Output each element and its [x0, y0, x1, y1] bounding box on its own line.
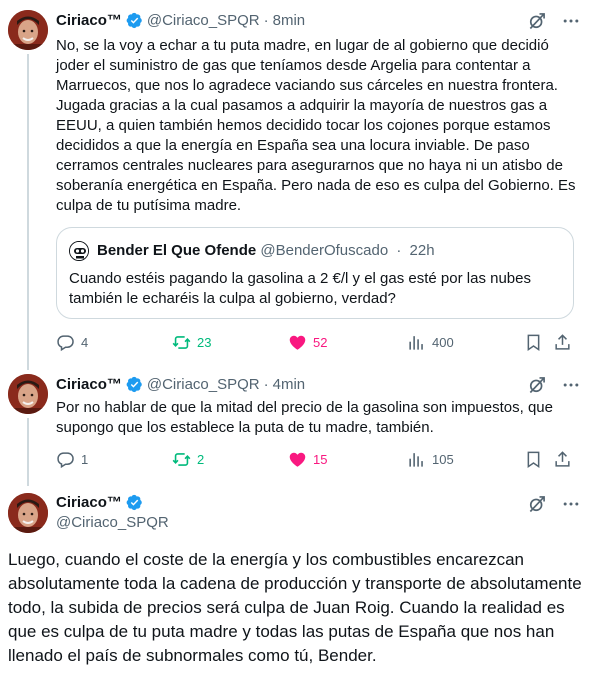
like-count: 52: [313, 335, 328, 350]
avatar-image: [8, 10, 48, 50]
tweet-top-actions: [527, 494, 581, 514]
tweet-text: Luego, cuando el coste de la energía y l…: [8, 550, 582, 665]
bender-avatar-icon: [70, 242, 89, 261]
separator-dot: ·: [263, 12, 269, 29]
avatar-image: [8, 493, 48, 533]
author-name-row: Ciriaco™: [56, 494, 147, 511]
quoted-text: Cuando estéis pagando la gasolina a 2 €/…: [69, 270, 531, 307]
share-button[interactable]: [553, 333, 572, 352]
reply-button[interactable]: 1: [56, 450, 88, 469]
like-count: 15: [313, 452, 328, 467]
share-icon: [553, 450, 572, 469]
quoted-author-name[interactable]: Bender El Que Ofende: [97, 242, 256, 259]
quoted-author-handle[interactable]: @BenderOfuscado: [260, 242, 388, 259]
quoted-timestamp[interactable]: 22h: [410, 242, 435, 259]
tweet-header: Ciriaco™ @Ciriaco_SPQR · 4min: [56, 376, 305, 393]
retweet-button[interactable]: 2: [172, 450, 204, 469]
avatar[interactable]: [8, 10, 48, 50]
author-handle[interactable]: @Ciriaco_SPQR: [56, 514, 169, 531]
tweet-actions: 1 2 15 105: [56, 450, 576, 470]
tweet-text: No, se la voy a echar a tu puta madre, e…: [56, 37, 576, 214]
views-button[interactable]: 105: [407, 450, 454, 469]
reply-icon: [56, 333, 75, 352]
avatar-image: [8, 374, 48, 414]
separator-dot: ·: [263, 376, 269, 393]
tweet-top-actions: [527, 375, 581, 395]
quoted-avatar[interactable]: [69, 241, 89, 261]
views-icon: [407, 450, 426, 469]
tweet-top-actions: [527, 11, 581, 31]
bookmark-icon: [524, 333, 543, 352]
views-button[interactable]: 400: [407, 333, 454, 352]
share-button[interactable]: [553, 450, 572, 469]
reply-icon: [56, 450, 75, 469]
grok-icon[interactable]: [527, 11, 547, 31]
reply-button[interactable]: 4: [56, 333, 88, 352]
reply-count: 1: [81, 452, 89, 467]
views-count: 400: [432, 335, 454, 350]
reply-count: 4: [81, 335, 89, 350]
timestamp[interactable]: 8min: [273, 12, 306, 29]
share-icon: [553, 333, 572, 352]
separator-dot: ·: [396, 242, 402, 259]
heart-icon: [288, 333, 307, 352]
bookmark-icon: [524, 450, 543, 469]
author-name[interactable]: Ciriaco™: [56, 376, 122, 393]
tweet-header: Ciriaco™ @Ciriaco_SPQR · 8min: [56, 12, 305, 29]
retweet-count: 23: [197, 335, 212, 350]
like-button[interactable]: 15: [288, 450, 327, 469]
thread-line: [27, 418, 29, 486]
author-name[interactable]: Ciriaco™: [56, 494, 122, 511]
grok-icon[interactable]: [527, 494, 547, 514]
more-icon[interactable]: [561, 494, 581, 514]
avatar[interactable]: [8, 493, 48, 533]
retweet-count: 2: [197, 452, 205, 467]
bookmark-button[interactable]: [524, 450, 543, 469]
author-name[interactable]: Ciriaco™: [56, 12, 122, 29]
quoted-tweet[interactable]: Bender El Que Ofende @BenderOfuscado · 2…: [56, 227, 574, 319]
grok-icon[interactable]: [527, 375, 547, 395]
views-icon: [407, 333, 426, 352]
retweet-icon: [172, 333, 191, 352]
tweet-actions: 4 23 52 400: [56, 333, 576, 353]
verified-badge-icon: [126, 494, 143, 511]
bookmark-button[interactable]: [524, 333, 543, 352]
views-count: 105: [432, 452, 454, 467]
retweet-button[interactable]: 23: [172, 333, 211, 352]
author-handle[interactable]: @Ciriaco_SPQR: [147, 12, 260, 29]
author-handle[interactable]: @Ciriaco_SPQR: [147, 376, 260, 393]
more-icon[interactable]: [561, 11, 581, 31]
heart-icon: [288, 450, 307, 469]
thread-line: [27, 54, 29, 370]
timestamp[interactable]: 4min: [273, 376, 306, 393]
verified-badge-icon: [126, 12, 143, 29]
verified-badge-icon: [126, 376, 143, 393]
like-button[interactable]: 52: [288, 333, 327, 352]
avatar[interactable]: [8, 374, 48, 414]
tweet-text: Por no hablar de que la mitad del precio…: [56, 399, 553, 436]
more-icon[interactable]: [561, 375, 581, 395]
quoted-header: Bender El Que Ofende @BenderOfuscado · 2…: [97, 242, 435, 259]
retweet-icon: [172, 450, 191, 469]
